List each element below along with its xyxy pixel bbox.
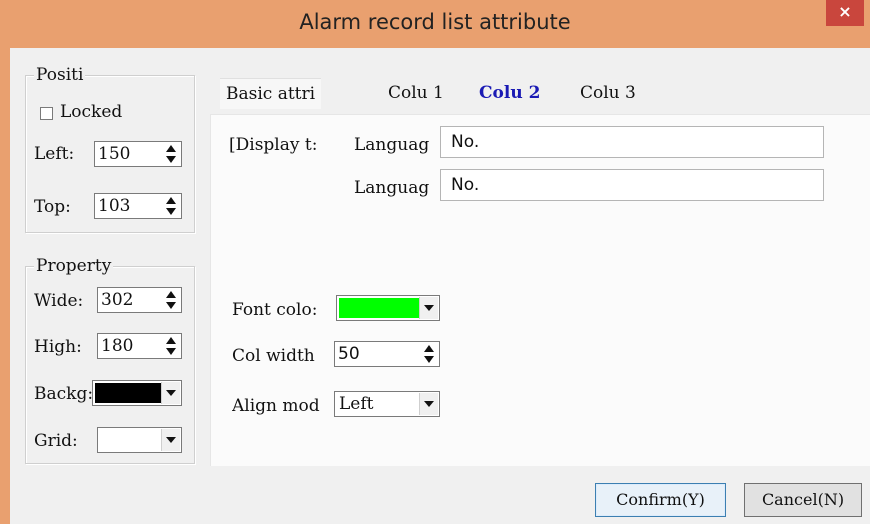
background-dropdown-button[interactable] [161,382,180,404]
language1-input[interactable]: No. [440,126,824,158]
align-mode-dropdown[interactable]: Left [334,391,440,417]
language2-value: No. [451,175,480,195]
spin-down-icon [166,302,176,309]
language1-value: No. [451,132,480,152]
title-bar[interactable]: Alarm record list attribute × [0,0,870,48]
wide-label: Wide: [34,291,84,311]
font-color-dropdown[interactable] [336,295,440,321]
background-label: Backg: [34,384,94,404]
dialog-window: Alarm record list attribute × Positi Loc… [0,0,870,524]
spin-down-icon [424,356,434,363]
wide-spinner-arrows[interactable] [163,290,179,310]
tab-colu-2[interactable]: Colu 2 [473,78,546,108]
col-width-value: 50 [338,344,360,364]
spin-down-icon [166,208,176,215]
high-spinner[interactable]: 180 [97,333,182,359]
grid-dropdown-button[interactable] [161,429,180,451]
align-mode-value: Left [339,394,374,414]
high-value: 180 [101,336,134,356]
tab-basic-attri[interactable]: Basic attri [220,78,322,109]
tab-colu-3[interactable]: Colu 3 [574,78,642,108]
confirm-button[interactable]: Confirm(Y) [595,483,726,517]
background-color-swatch [95,383,161,403]
font-color-swatch [339,298,419,318]
high-label: High: [34,337,82,357]
language1-label: Languag [354,135,430,155]
tab-colu-1[interactable]: Colu 1 [382,78,450,108]
align-mode-label: Align mod [232,396,320,416]
align-mode-dropdown-button[interactable] [419,393,438,415]
font-color-dropdown-button[interactable] [419,297,438,319]
top-spinner-arrows[interactable] [163,196,179,216]
position-group-label: Positi [34,65,86,85]
display-text-label: [Display t: [229,135,318,155]
language2-input[interactable]: No. [440,169,824,201]
spin-up-icon [166,197,176,204]
high-spinner-arrows[interactable] [163,336,179,356]
font-color-label: Font colo: [232,300,318,320]
chevron-down-icon [166,437,176,443]
chevron-down-icon [424,305,434,311]
chevron-down-icon [424,401,434,407]
wide-value: 302 [101,290,134,310]
cancel-button[interactable]: Cancel(N) [744,483,862,517]
spin-up-icon [166,145,176,152]
wide-spinner[interactable]: 302 [97,287,182,313]
spin-down-icon [166,156,176,163]
top-label: Top: [34,197,71,217]
grid-color-swatch [100,430,161,450]
spin-up-icon [166,291,176,298]
dialog-title: Alarm record list attribute [299,10,571,34]
grid-label: Grid: [34,431,78,451]
col-width-spinner-arrows[interactable] [421,344,437,364]
close-icon: × [838,2,852,21]
language2-label: Languag [354,178,430,198]
top-value: 103 [98,196,131,216]
left-spinner-arrows[interactable] [163,144,179,164]
locked-label: Locked [60,102,123,122]
top-spinner[interactable]: 103 [94,193,182,219]
spin-down-icon [166,348,176,355]
locked-checkbox[interactable] [40,107,53,120]
chevron-down-icon [166,390,176,396]
left-spinner[interactable]: 150 [94,141,182,167]
spin-up-icon [166,337,176,344]
left-value: 150 [98,144,131,164]
grid-color-dropdown[interactable] [97,427,182,453]
left-label: Left: [34,144,75,164]
close-button[interactable]: × [826,0,864,26]
property-group-label: Property [34,256,114,276]
spin-up-icon [424,345,434,352]
col-width-label: Col width [232,346,315,366]
col-width-spinner[interactable]: 50 [334,341,440,367]
background-color-dropdown[interactable] [92,380,182,406]
